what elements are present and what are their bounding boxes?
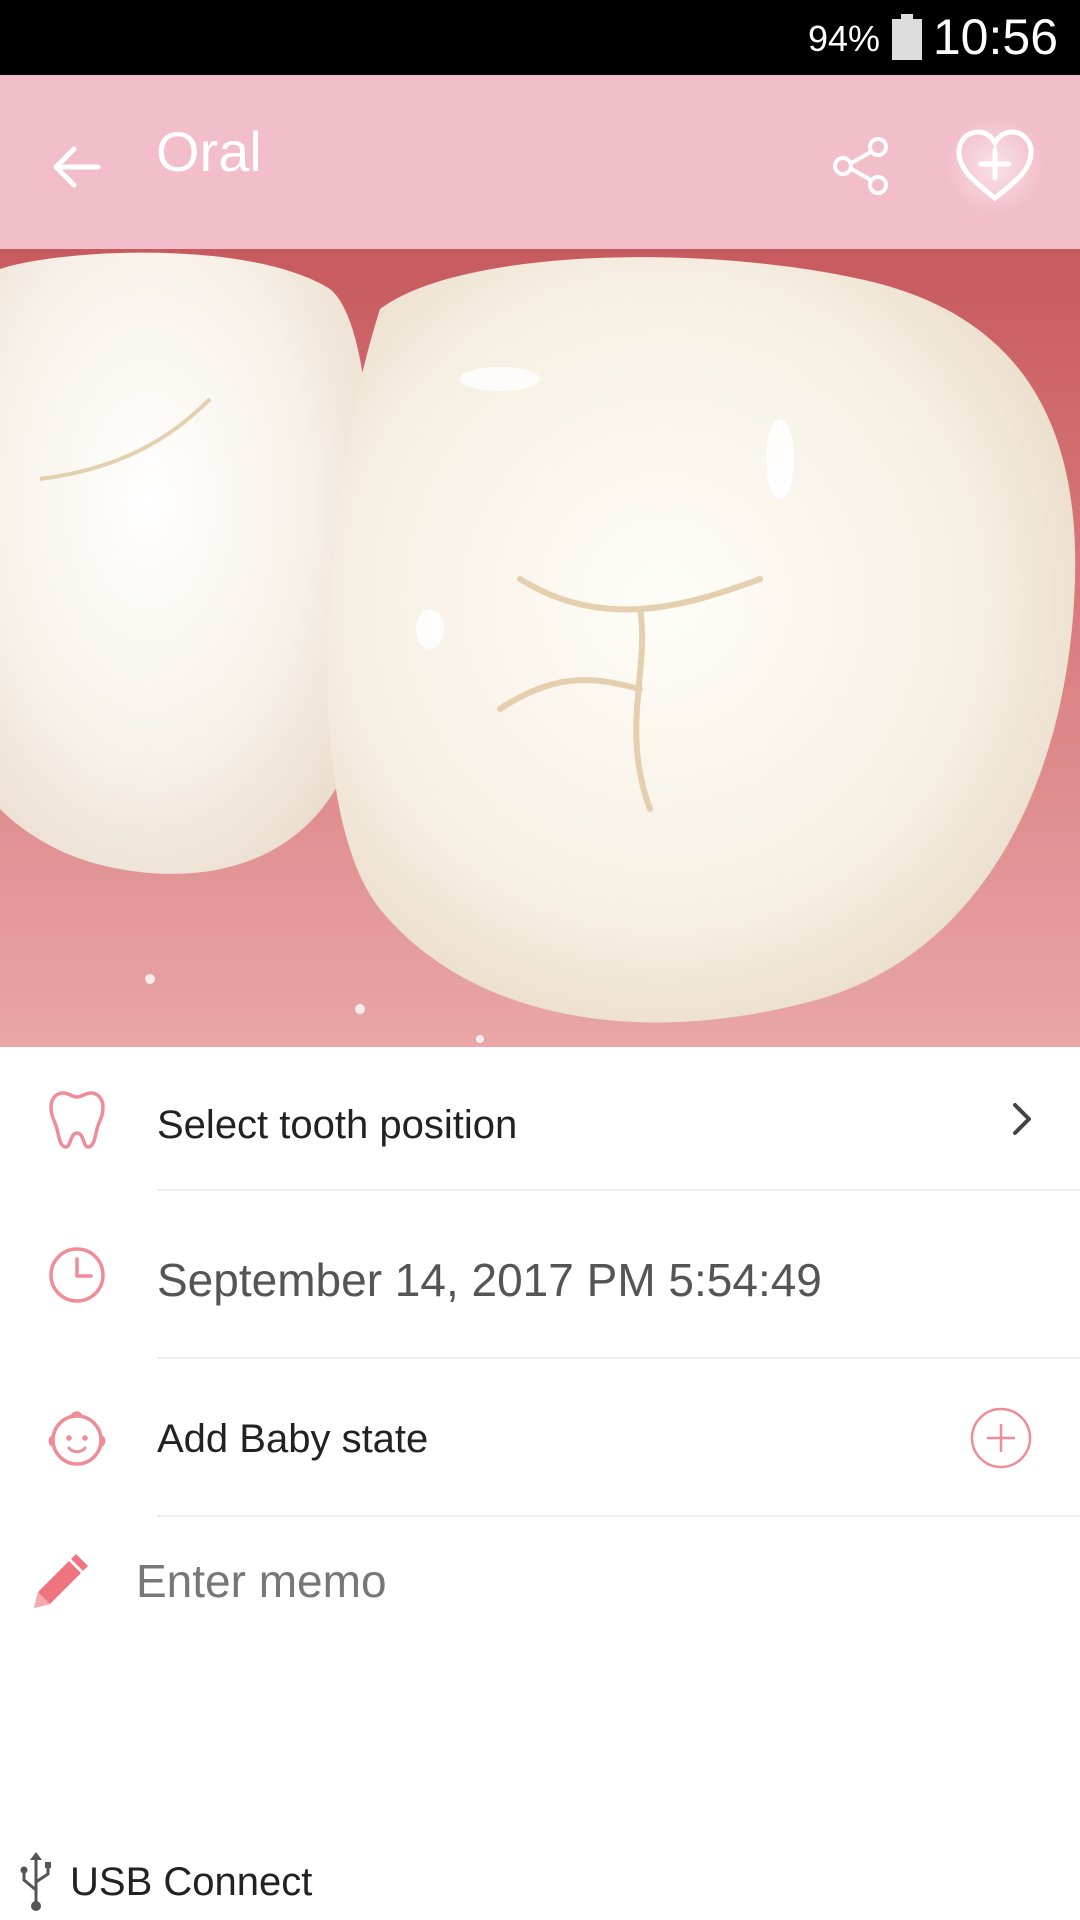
share-button[interactable] — [820, 125, 902, 207]
tooth-position-label: Select tooth position — [157, 1103, 518, 1147]
tooth-icon — [44, 1087, 110, 1153]
divider — [157, 1515, 1080, 1517]
add-baby-state-row[interactable]: Add Baby state — [0, 1359, 1080, 1517]
tooth-photo[interactable] — [0, 249, 1080, 1047]
page-title: Oral — [156, 120, 262, 183]
status-clock: 10:56 — [932, 9, 1058, 65]
heart-plus-icon — [945, 116, 1045, 216]
status-bar: 94% 10:56 — [0, 0, 1080, 75]
pencil-icon — [34, 1554, 88, 1608]
back-button[interactable] — [36, 127, 116, 207]
capture-datetime: September 14, 2017 PM 5:54:49 — [157, 1254, 822, 1306]
clock-icon — [44, 1242, 110, 1308]
chevron-right-icon — [1013, 1103, 1031, 1135]
battery-percent: 94% — [807, 18, 880, 59]
date-row[interactable]: September 14, 2017 PM 5:54:49 — [0, 1191, 1080, 1359]
app-bar: Oral — [0, 75, 1080, 249]
select-tooth-position-row[interactable]: Select tooth position — [0, 1047, 1080, 1191]
memo-input[interactable] — [136, 1548, 1036, 1614]
share-icon — [833, 137, 888, 195]
baby-state-label: Add Baby state — [157, 1417, 429, 1461]
add-circle-icon[interactable] — [969, 1406, 1033, 1470]
tooth-photo-image — [0, 249, 1080, 1047]
usb-icon — [20, 1852, 51, 1911]
usb-connect[interactable]: USB Connect — [16, 1850, 312, 1914]
battery-icon — [892, 14, 922, 60]
usb-connect-label: USB Connect — [70, 1859, 313, 1904]
arrow-left-icon — [53, 146, 101, 188]
favorite-add-button[interactable] — [940, 111, 1050, 221]
baby-face-icon — [44, 1405, 110, 1471]
